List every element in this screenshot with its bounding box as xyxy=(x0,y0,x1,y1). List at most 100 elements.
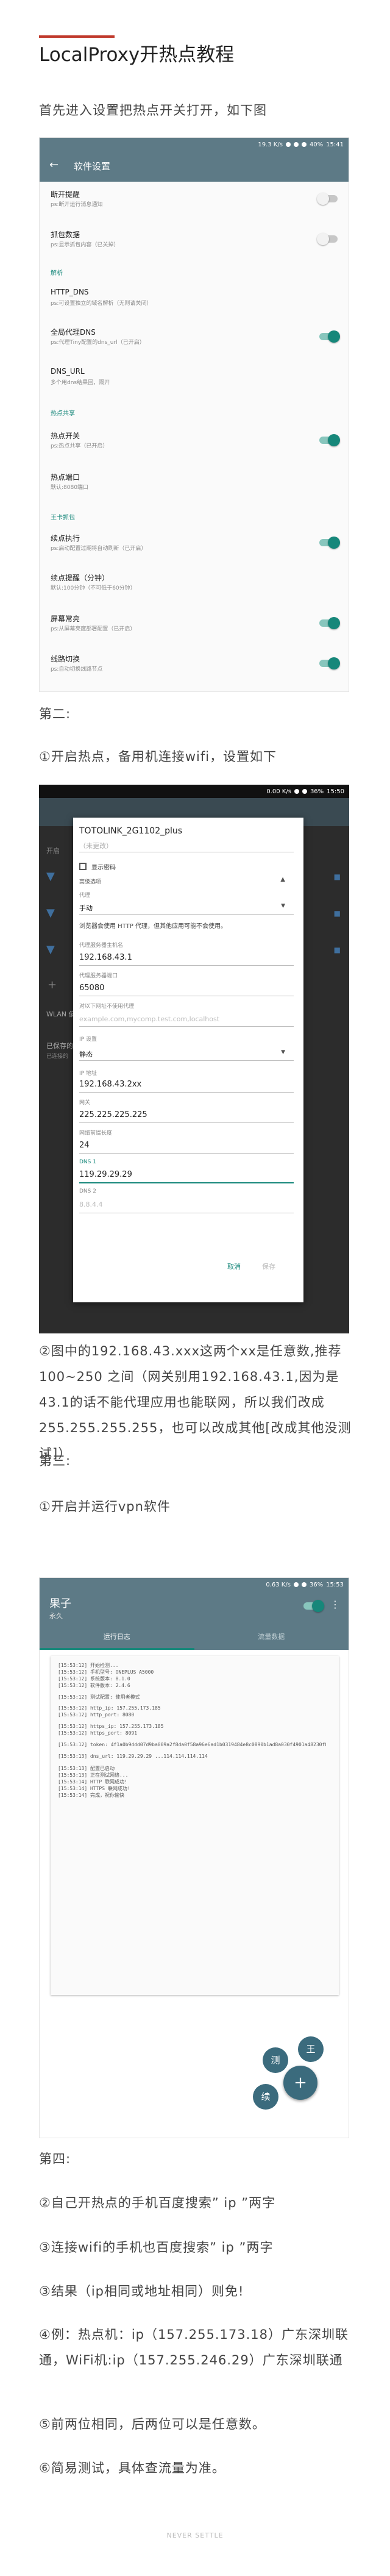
footer-text: NEVER SETTLE xyxy=(166,2531,224,2539)
toggle-switch[interactable] xyxy=(317,233,338,245)
app-title: 果子 xyxy=(49,1597,71,1610)
step4-item: ③结果（ip相同或地址相同）则免! xyxy=(39,2284,244,2299)
proxy-port-input[interactable]: 65080 xyxy=(79,983,104,993)
chevron-down-icon[interactable]: ▼ xyxy=(281,903,285,909)
gateway-input[interactable]: 225.225.225.225 xyxy=(79,1110,147,1119)
step4-item: ⑤前两位相同，后两位可以是任意数。 xyxy=(39,2417,266,2432)
wifi-icon: ▼ xyxy=(46,907,55,919)
setting-row[interactable]: 断开提醒 ps:断开运行消息通知 xyxy=(40,189,349,216)
show-password-checkbox[interactable] xyxy=(79,863,87,870)
step4-heading: 第四: xyxy=(39,2152,71,2166)
dns1-input[interactable]: 119.29.29.29 xyxy=(79,1170,132,1179)
step4-item: ⑥简易测试，具体查流量为准。 xyxy=(39,2461,225,2475)
proxy-note: 浏览器会使用 HTTP 代理，但其他应用可能不会使用。 xyxy=(79,923,227,930)
fab-add[interactable]: + xyxy=(283,2066,317,2100)
title-accent-bar xyxy=(39,35,115,38)
toggle-switch[interactable] xyxy=(319,537,340,549)
lock-icon: ■ xyxy=(333,946,341,954)
step4-item: ③连接wifi的手机也百度搜索” ip ”两字 xyxy=(39,2240,274,2255)
app-subtitle: 永久 xyxy=(49,1612,63,1620)
save-button[interactable]: 保存 xyxy=(262,1261,275,1271)
toggle-switch[interactable] xyxy=(319,434,340,446)
section-header: 解析 xyxy=(51,270,63,277)
article-title: LocalProxy开热点教程 xyxy=(39,44,235,66)
toggle-switch[interactable] xyxy=(317,193,338,205)
log-line: [15:53:14] 完成，祝你愉快 xyxy=(58,1793,124,1798)
step3-heading: 第三: xyxy=(39,1454,71,1468)
setting-row[interactable]: 热点端口 默认:8080端口 xyxy=(40,472,349,499)
bg-label: WLAN 偏 xyxy=(46,1010,76,1018)
dialog-title: TOTOLINK_2G1102_plus xyxy=(79,826,183,836)
setting-row[interactable]: 续点提醒（分钟） 默认:100分钟（不可低于60分钟） xyxy=(40,573,349,599)
setting-row[interactable]: DNS_URL 多个用dns结果回，隔开 xyxy=(40,367,349,394)
fab-user[interactable]: 王 xyxy=(298,2036,324,2062)
setting-row[interactable]: 全局代理DNS ps:代理Tiny配置的dns_url（已开启） xyxy=(40,327,349,354)
step4-item: ④例：热点机：ip（157.255.173.18）广东深圳联通，WiFi机:ip… xyxy=(39,2327,349,2367)
proxy-host-input[interactable]: 192.168.43.1 xyxy=(79,953,132,962)
intro-text: 首先进入设置把热点开关打开，如下图 xyxy=(39,103,267,118)
step2-detail: ②图中的192.168.43.xxx这两个xx是任意数,推荐100~250 之间… xyxy=(39,1344,352,1461)
bypass-input[interactable]: example.com,mycomp.test.com,localhost xyxy=(79,1015,219,1023)
log-line: [15:53:14] HTTPS 联网成功! xyxy=(58,1786,130,1791)
toggle-switch[interactable] xyxy=(319,330,340,343)
tab-indicator xyxy=(40,1648,194,1650)
step4-item: ②自己开热点的手机百度搜索” ip ”两字 xyxy=(39,2196,276,2210)
fab-test[interactable]: 测 xyxy=(263,2047,288,2073)
setting-row[interactable]: 屏幕常亮 ps:从屏幕亮度部署配置（已开启） xyxy=(40,613,349,640)
log-line: [15:53:14] HTTP 联网成功! xyxy=(58,1779,127,1785)
show-password-label: 显示密码 xyxy=(91,865,116,871)
chevron-up-icon[interactable]: ▲ xyxy=(280,876,285,883)
section-header: 热点共享 xyxy=(51,410,75,417)
password-input[interactable]: （未更改） xyxy=(79,841,113,851)
log-line: [15:53:12] 系统版本: 8.1.0 xyxy=(58,1676,130,1682)
add-icon: + xyxy=(48,979,57,991)
setting-row[interactable]: HTTP_DNS ps:可设置独立的域名解析（无则请关闭） xyxy=(40,288,349,315)
wifi-icon: ▼ xyxy=(46,870,55,883)
setting-row[interactable]: 热点开关 ps:热点共享（已开启） xyxy=(40,430,349,457)
advanced-options[interactable]: 高级选项 xyxy=(79,877,101,885)
log-line: [15:53:12] 手机型号: ONEPLUS A5000 xyxy=(58,1669,154,1675)
log-line: [15:53:13] 正在测试网络... xyxy=(58,1772,129,1778)
step2-heading: 第二: xyxy=(39,707,71,721)
screenshot-vpn-app: 0.63 K/s 36% 15:53 果子 永久 ⋮ 运行日志 流量数据 王 测 … xyxy=(39,1577,349,2138)
log-line: [15:53:12] 测试配置: 使用者模式 xyxy=(58,1694,140,1700)
status-bar: 19.3 K/s 40% 15:41 xyxy=(258,141,344,148)
log-line: [15:53:12] http_port: 8080 xyxy=(58,1712,135,1718)
screenshot-settings: 19.3 K/s 40% 15:41 ← 软件设置 断开提醒 ps:断开运行消息通… xyxy=(39,137,349,692)
tab-flow[interactable]: 流量数据 xyxy=(194,1632,349,1641)
vpn-toggle[interactable] xyxy=(303,1600,324,1612)
lock-icon: ■ xyxy=(333,872,341,881)
wifi-icon: ▼ xyxy=(46,943,55,956)
prefix-input[interactable]: 24 xyxy=(79,1141,90,1150)
wifi-dialog: TOTOLINK_2G1102_plus （未更改） 显示密码 高级选项 ▲ 代… xyxy=(73,818,303,1302)
log-line: [15:53:12] https_ip: 157.255.173.185 xyxy=(58,1724,164,1729)
tab-log[interactable]: 运行日志 xyxy=(40,1632,194,1641)
toggle-switch[interactable] xyxy=(319,657,340,669)
log-line: [15:53:12] http_ip: 157.255.173.185 xyxy=(58,1705,161,1711)
bg-label: 已连接的 xyxy=(46,1054,69,1060)
fab-continue[interactable]: 续 xyxy=(253,2084,278,2110)
bg-label: 开启 xyxy=(46,847,60,855)
cancel-button[interactable]: 取消 xyxy=(227,1261,241,1271)
settings-title: 软件设置 xyxy=(74,161,111,172)
chevron-down-icon[interactable]: ▼ xyxy=(281,1049,285,1055)
more-icon[interactable]: ⋮ xyxy=(330,1599,340,1610)
setting-row[interactable]: 续点执行 ps:启动配置过期将自动刷新（已开启） xyxy=(40,533,349,560)
log-line: [15:53:12] https_port: 8091 xyxy=(58,1730,138,1736)
proxy-select[interactable]: 手动 xyxy=(79,903,93,913)
arrow-left-icon[interactable]: ← xyxy=(49,159,58,171)
step3-text: ①开启并运行vpn软件 xyxy=(39,1499,171,1514)
ip-settings-select[interactable]: 静态 xyxy=(79,1049,93,1059)
log-line: [15:53:12] 开始检测... xyxy=(58,1663,119,1668)
ip-address-input[interactable]: 192.168.43.2xx xyxy=(79,1080,141,1089)
status-bar: 0.00 K/s 36% 15:50 xyxy=(266,788,344,795)
setting-row[interactable]: 线路切换 ps:自动切换线路节点 xyxy=(40,654,349,680)
log-line: [15:53:12] 软件版本: 2.4.6 xyxy=(58,1683,130,1688)
lock-icon: ■ xyxy=(333,909,341,918)
step2-text: ①开启热点，备用机连接wifi，设置如下 xyxy=(39,749,277,764)
log-line: [15:53:13] 配置已启动 xyxy=(58,1766,115,1771)
log-line: [15:53:13] dns_url: 119.29.29.29 ...114.… xyxy=(58,1754,208,1759)
setting-row[interactable]: 抓包数据 ps:显示抓包内容（已关掉） xyxy=(40,229,349,256)
dns2-input[interactable]: 8.8.4.4 xyxy=(79,1201,102,1208)
toggle-switch[interactable] xyxy=(319,617,340,629)
